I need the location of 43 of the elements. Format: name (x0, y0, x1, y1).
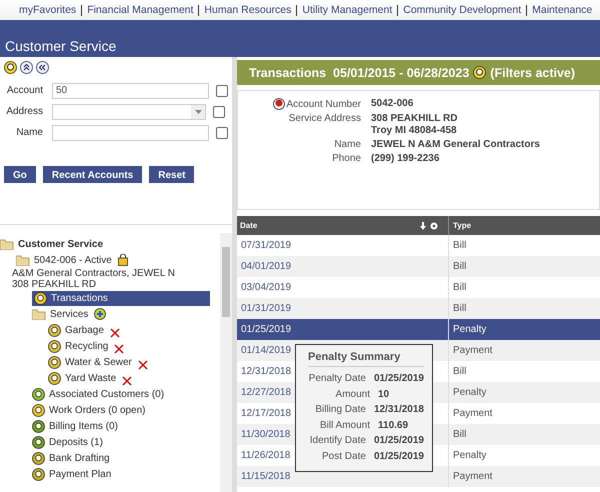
tooltip-label: Bill Amount (318, 420, 370, 431)
tooltip-label: Penalty Date (308, 373, 366, 384)
tooltip-label: Billing Date (314, 404, 366, 416)
date-cell: 01/31/2019 (241, 303, 292, 314)
date-cell: 11/30/2018 (241, 429, 290, 440)
page-title: Customer Service (5, 38, 116, 54)
field-label: Address (5, 106, 43, 117)
date-cell: 01/14/2019 (241, 345, 292, 356)
info-label: Name (334, 139, 361, 150)
date-cell: 12/17/2018 (241, 408, 292, 419)
tooltip-value: 110.69 (378, 420, 408, 431)
account-detail: 308 PEAKHILL RD (12, 279, 96, 290)
account-detail: A&M General Contractors, JEWEL N (12, 268, 176, 279)
date-cell: 12/27/2018 (241, 387, 292, 398)
tooltip-value: 01/25/2019 (374, 435, 424, 446)
date-cell: 11/26/2018 (241, 450, 290, 461)
field-label: Name (15, 127, 43, 138)
tooltip-value: 01/25/2019 (374, 373, 424, 384)
date-cell: 03/04/2019 (241, 282, 292, 293)
date-cell: 07/31/2019 (241, 240, 292, 251)
date-cell: 01/25/2019 (241, 324, 292, 335)
info-label: Phone (332, 153, 361, 164)
tooltip-label: Post Date (321, 450, 366, 462)
info-value: 5042-006 (371, 98, 414, 109)
type-cell: Payment (448, 466, 492, 487)
date-cell: 12/31/2018 (241, 366, 292, 377)
info-value: 308 PEAKHILL RD (371, 113, 458, 124)
info-value: JEWEL N A&M General Contractors (371, 139, 540, 150)
date-cell: 04/01/2019 (241, 261, 292, 272)
info-label: Service Address (288, 113, 361, 124)
tooltip-value: 12/31/2018 (374, 404, 424, 416)
tooltip-title: Penalty Summary (308, 351, 424, 367)
tooltip-value: 01/25/2019 (374, 450, 424, 462)
date-cell: 11/15/2018 (241, 471, 290, 482)
info-value: Troy MI 48084-458 (371, 125, 458, 136)
tooltip-label: Identify Date (308, 435, 366, 446)
filter-note: (Filters active) (490, 66, 576, 80)
info-value: (299) 199-2236 (371, 153, 440, 164)
tooltip-label: Amount (334, 388, 370, 400)
field-label: Account (6, 85, 43, 96)
panel-title: Transactions 05/01/2015 - 06/28/2023 (249, 66, 470, 80)
tooltip-value: 10 (378, 388, 390, 400)
info-label: Account Number (286, 98, 361, 110)
